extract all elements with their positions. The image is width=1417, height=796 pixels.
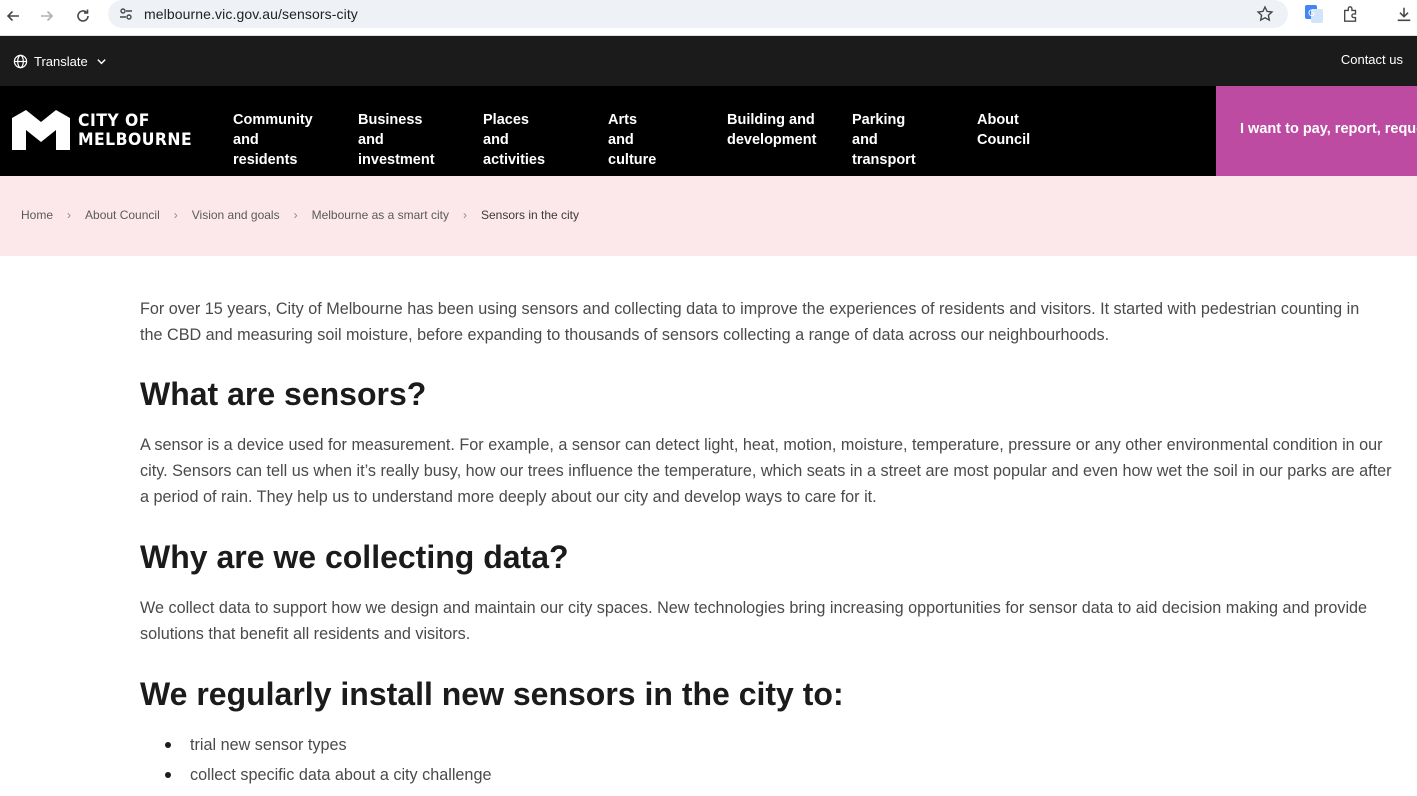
nav-places-and-activities[interactable]: Places and activities — [483, 110, 545, 170]
extensions-icon[interactable] — [1340, 3, 1362, 25]
bullet-icon — [165, 772, 171, 778]
chevron-right-icon: › — [293, 208, 298, 222]
browser-toolbar: melbourne.vic.gov.au/sensors-city G — [0, 0, 1417, 36]
url-text: melbourne.vic.gov.au/sensors-city — [144, 6, 358, 22]
svg-text:G: G — [1308, 9, 1315, 19]
breadcrumb: Home › About Council › Vision and goals … — [0, 176, 1417, 256]
translate-label: Translate — [34, 53, 88, 69]
contact-us-link[interactable]: Contact us — [1341, 52, 1403, 67]
install-reasons-list: trial new sensor types collect specific … — [140, 730, 491, 790]
list-item-text: trial new sensor types — [190, 736, 347, 754]
city-of-melbourne-logo[interactable]: CITY OF MELBOURNE — [12, 108, 192, 154]
why-collecting-data-heading: Why are we collecting data? — [140, 539, 569, 575]
what-are-sensors-paragraph: A sensor is a device used for measuremen… — [140, 436, 1392, 506]
utility-bar: Translate Contact us — [0, 36, 1417, 86]
logo-line-1: CITY OF — [78, 111, 150, 131]
reload-icon[interactable] — [70, 3, 96, 29]
breadcrumb-about-council[interactable]: About Council — [85, 208, 160, 222]
intro-paragraph: For over 15 years, City of Melbourne has… — [140, 300, 1360, 344]
download-icon[interactable] — [1393, 3, 1415, 25]
translate-button[interactable]: Translate — [13, 51, 107, 71]
nav-parking-and-transport[interactable]: Parking and transport — [852, 110, 916, 170]
logo-line-2: MELBOURNE — [78, 130, 193, 150]
back-arrow-icon[interactable] — [0, 3, 26, 29]
chevron-down-icon — [97, 58, 106, 64]
breadcrumb-smart-city[interactable]: Melbourne as a smart city — [312, 208, 449, 222]
main-header: CITY OF MELBOURNE Community and resident… — [0, 86, 1417, 176]
breadcrumb-home[interactable]: Home — [21, 208, 53, 222]
cta-label: I want to pay, report, request — [1240, 121, 1417, 137]
globe-icon — [13, 54, 28, 68]
bullet-icon — [165, 742, 171, 748]
i-want-to-button[interactable]: I want to pay, report, request — [1216, 86, 1417, 176]
list-item: collect specific data about a city chall… — [140, 760, 491, 790]
site-info-icon[interactable] — [108, 0, 144, 28]
chevron-right-icon: › — [67, 208, 72, 222]
nav-arts-and-culture[interactable]: Arts and culture — [608, 110, 656, 170]
install-sensors-heading: We regularly install new sensors in the … — [140, 676, 844, 712]
breadcrumb-vision-and-goals[interactable]: Vision and goals — [192, 208, 280, 222]
chevron-right-icon: › — [173, 208, 178, 222]
forward-arrow-icon[interactable] — [34, 3, 60, 29]
chevron-right-icon: › — [462, 208, 467, 222]
star-icon[interactable] — [1256, 5, 1274, 23]
nav-about-council[interactable]: About Council — [977, 110, 1030, 150]
nav-business-and-investment[interactable]: Business and investment — [358, 110, 435, 170]
address-bar[interactable]: melbourne.vic.gov.au/sensors-city — [108, 0, 1288, 28]
what-are-sensors-heading: What are sensors? — [140, 376, 427, 412]
why-collecting-data-paragraph: We collect data to support how we design… — [140, 599, 1368, 643]
list-item: trial new sensor types — [140, 730, 491, 760]
nav-community-and-residents[interactable]: Community and residents — [233, 110, 313, 170]
breadcrumb-current: Sensors in the city — [480, 208, 580, 222]
translate-extension-icon[interactable]: G — [1303, 3, 1325, 25]
nav-building-and-development[interactable]: Building and development — [727, 110, 816, 150]
list-item-text: collect specific data about a city chall… — [190, 766, 492, 784]
